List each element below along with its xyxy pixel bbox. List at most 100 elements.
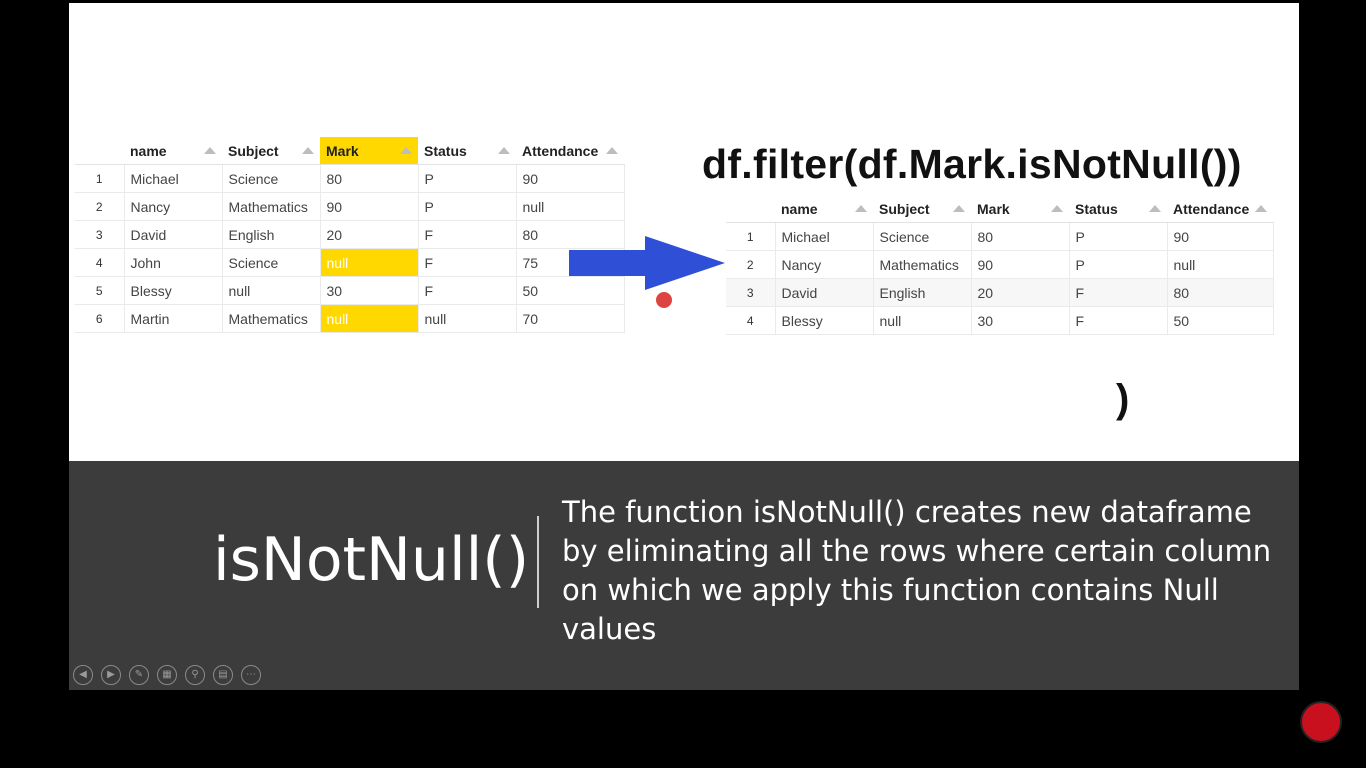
table-cell: F (418, 220, 517, 249)
table-cell: 80 (971, 222, 1070, 251)
function-title: isNotNull() (213, 525, 530, 595)
column-header-highlighted[interactable]: Mark (320, 137, 418, 165)
column-header[interactable]: Mark (971, 195, 1069, 223)
row-index: 2 (75, 192, 125, 221)
table-cell: Michael (775, 222, 874, 251)
code-expression: df.filter(df.Mark.isNotNull()) (702, 141, 1242, 187)
table-row: 6 Martin Mathematics null null 70 (75, 304, 625, 333)
row-index: 2 (726, 250, 776, 279)
sort-icon[interactable] (1255, 204, 1267, 212)
column-header[interactable]: Status (418, 137, 516, 165)
table-cell: P (418, 192, 517, 221)
sort-icon[interactable] (1051, 204, 1063, 212)
table-cell: null (1167, 250, 1274, 279)
table-cell: Martin (124, 304, 223, 333)
table-row: 5 Blessy null 30 F 50 (75, 276, 625, 305)
table-cell: P (1069, 250, 1168, 279)
row-index: 1 (726, 222, 776, 251)
table-cell: Nancy (775, 250, 874, 279)
row-index: 3 (75, 220, 125, 249)
table-cell: F (1069, 306, 1168, 335)
table-row: 1 Michael Science 80 P 90 (75, 164, 625, 193)
slides-icon[interactable]: ▦ (157, 665, 177, 685)
table-row: 2 Nancy Mathematics 90 P null (75, 192, 625, 221)
pen-icon[interactable]: ✎ (129, 665, 149, 685)
table-cell: 30 (971, 306, 1070, 335)
divider (537, 516, 539, 608)
null-cell-highlighted: null (320, 304, 419, 333)
column-header[interactable]: name (124, 137, 222, 165)
table-cell: Mathematics (873, 250, 972, 279)
table-row: 4 Blessy null 30 F 50 (726, 306, 1274, 335)
zoom-icon[interactable]: ⚲ (185, 665, 205, 685)
table-cell: Mathematics (222, 304, 321, 333)
table-cell: 30 (320, 276, 419, 305)
column-header[interactable]: Attendance (1167, 195, 1273, 223)
table-cell: Science (222, 248, 321, 277)
sort-icon[interactable] (302, 146, 314, 154)
table-cell: F (418, 276, 517, 305)
table-cell: Mathematics (222, 192, 321, 221)
table-cell: John (124, 248, 223, 277)
table-cell: Michael (124, 164, 223, 193)
stray-paren-text: ) (1116, 377, 1130, 421)
column-header[interactable]: Subject (222, 137, 320, 165)
table-cell: Blessy (775, 306, 874, 335)
index-header (75, 137, 124, 165)
caption-band: isNotNull() The function isNotNull() cre… (69, 461, 1299, 690)
table-cell: 20 (971, 278, 1070, 307)
row-index: 5 (75, 276, 125, 305)
table-cell: 70 (516, 304, 625, 333)
column-header[interactable]: Attendance (516, 137, 624, 165)
table-cell: Science (873, 222, 972, 251)
sort-icon[interactable] (400, 146, 412, 154)
column-header[interactable]: Subject (873, 195, 971, 223)
subtitles-icon[interactable]: ▤ (213, 665, 233, 685)
channel-logo-icon (1300, 701, 1342, 743)
right-arrow-icon (569, 236, 725, 290)
presentation-slide: name Subject Mark Status Attendance 1 Mi… (69, 3, 1299, 690)
function-description: The function isNotNull() creates new dat… (562, 495, 1272, 646)
table-row: 4 John Science null F 75 (75, 248, 625, 277)
sort-icon[interactable] (1149, 204, 1161, 212)
table-cell: null (418, 304, 517, 333)
row-index: 1 (75, 164, 125, 193)
sort-icon[interactable] (855, 204, 867, 212)
source-table: name Subject Mark Status Attendance 1 Mi… (75, 137, 625, 333)
column-header[interactable]: name (775, 195, 873, 223)
next-icon[interactable]: ▶ (101, 665, 121, 685)
table-cell: F (1069, 278, 1168, 307)
row-index: 3 (726, 278, 776, 307)
sort-icon[interactable] (204, 146, 216, 154)
table-cell: Blessy (124, 276, 223, 305)
column-header[interactable]: Status (1069, 195, 1167, 223)
pointer-cursor-icon (656, 292, 672, 308)
table-cell: null (516, 192, 625, 221)
table-cell: 80 (1167, 278, 1274, 307)
row-index: 6 (75, 304, 125, 333)
table-cell: Science (222, 164, 321, 193)
table-cell: 50 (1167, 306, 1274, 335)
sort-icon[interactable] (498, 146, 510, 154)
sort-icon[interactable] (953, 204, 965, 212)
index-header (726, 195, 775, 223)
table-cell: 20 (320, 220, 419, 249)
table-row: 3 David English 20 F 80 (75, 220, 625, 249)
more-icon[interactable]: ⋯ (241, 665, 261, 685)
null-cell-highlighted: null (320, 248, 419, 277)
slideshow-controls: ◀ ▶ ✎ ▦ ⚲ ▤ ⋯ (73, 665, 261, 685)
table-cell: null (873, 306, 972, 335)
table-cell: null (222, 276, 321, 305)
sort-icon[interactable] (606, 146, 618, 154)
row-index: 4 (726, 306, 776, 335)
table-cell: David (775, 278, 874, 307)
table-cell: P (1069, 222, 1168, 251)
table-cell: English (222, 220, 321, 249)
table-cell: 90 (320, 192, 419, 221)
table-cell: 90 (516, 164, 625, 193)
prev-icon[interactable]: ◀ (73, 665, 93, 685)
table-cell: English (873, 278, 972, 307)
result-table: name Subject Mark Status Attendance 1 Mi… (726, 195, 1274, 335)
table-cell: F (418, 248, 517, 277)
table-cell: 90 (971, 250, 1070, 279)
